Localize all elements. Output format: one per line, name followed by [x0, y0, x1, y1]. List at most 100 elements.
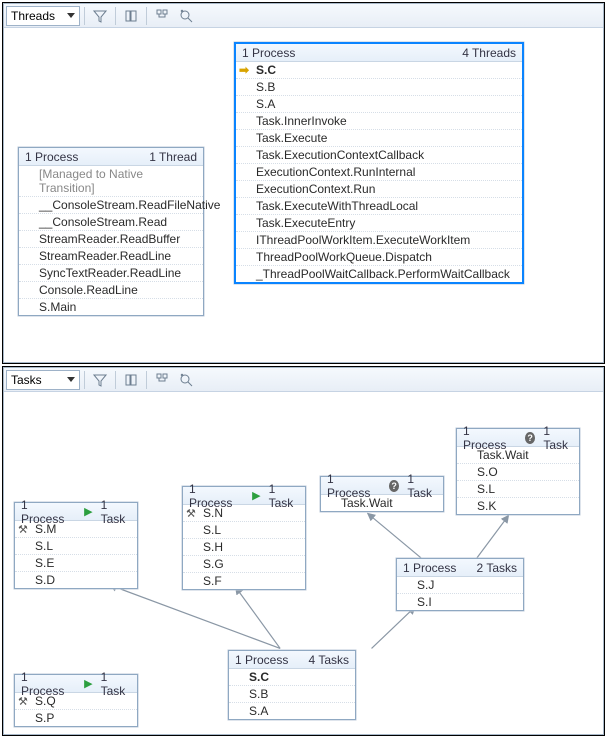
- stack-frame-row[interactable]: S.J: [397, 577, 523, 594]
- stack-frame-row[interactable]: S.G: [183, 556, 305, 573]
- frame-text: S.G: [203, 557, 224, 571]
- play-icon: ▶: [252, 489, 260, 502]
- tasks-toolbar: Tasks: [4, 368, 603, 392]
- process-count: 1 Process: [242, 46, 295, 60]
- dropdown-arrow-icon: [67, 13, 75, 18]
- stack-frame-row[interactable]: S.P: [15, 710, 137, 726]
- task-node[interactable]: 1 Process ▶ 1 Task ⚒S.QS.P: [14, 674, 138, 727]
- thread-node[interactable]: 1 Process 1 Thread [Managed to Native Tr…: [18, 147, 204, 316]
- frame-text: Task.ExecuteEntry: [256, 216, 355, 230]
- stack-frame-row[interactable]: Task.InnerInvoke: [236, 113, 522, 130]
- frame-text: __ConsoleStream.Read: [39, 215, 167, 229]
- task-node[interactable]: 1 Process 2 Tasks S.JS.I: [396, 558, 524, 611]
- thread-node[interactable]: 1 Process 4 Threads ➡S.CS.B S.ATask.Inner…: [234, 42, 524, 284]
- stack-frame-row[interactable]: ExecutionContext.Run: [236, 181, 522, 198]
- thread-count: 4 Threads: [462, 46, 516, 60]
- separator: [115, 371, 116, 389]
- stack-frame-row[interactable]: Task.ExecutionContextCallback: [236, 147, 522, 164]
- frame-text: Task.ExecutionContextCallback: [256, 148, 424, 162]
- view-selector[interactable]: Tasks: [6, 370, 80, 390]
- stack-frame-row[interactable]: Task.Wait: [321, 495, 443, 511]
- stack-frame-row[interactable]: [Managed to Native Transition]: [19, 166, 203, 197]
- stack-frame-row[interactable]: S.A: [236, 96, 522, 113]
- separator: [115, 7, 116, 25]
- stack-frame-row[interactable]: S.E: [15, 555, 137, 572]
- frame-text: Task.InnerInvoke: [256, 114, 347, 128]
- stack-frame-row[interactable]: SyncTextReader.ReadLine: [19, 265, 203, 282]
- stack-frame-row[interactable]: ThreadPoolWorkQueue.Dispatch: [236, 249, 522, 266]
- stack-frame-row[interactable]: _ThreadPoolWaitCallback.PerformWaitCallb…: [236, 266, 522, 282]
- frame-text: S.Main: [39, 300, 76, 314]
- thread-count: 1 Thread: [149, 150, 197, 164]
- frame-text: S.B: [256, 80, 275, 94]
- stack-frame-row[interactable]: S.K: [457, 498, 579, 514]
- node-header: 1 Process ? 1 Task: [321, 477, 443, 495]
- stack-frame-row[interactable]: S.F: [183, 573, 305, 589]
- stack-frame-row[interactable]: __ConsoleStream.ReadFileNative: [19, 197, 203, 214]
- stack-frame-row[interactable]: S.I: [397, 594, 523, 610]
- threads-toolbar: Threads: [4, 4, 603, 28]
- node-header: 1 Process 2 Tasks: [397, 559, 523, 577]
- stack-frame-row[interactable]: ExecutionContext.RunInternal: [236, 164, 522, 181]
- stack-frame-row[interactable]: S.A: [229, 703, 355, 719]
- stack-frame-row[interactable]: Task.Wait: [457, 447, 579, 464]
- task-node[interactable]: 1 Process ? 1 Task Task.WaitS.OS.LS.K: [456, 428, 580, 515]
- view-label: Tasks: [11, 373, 42, 387]
- frame-text: S.F: [203, 574, 222, 588]
- layout-icon[interactable]: [151, 6, 173, 26]
- stack-frame-row[interactable]: S.O: [457, 464, 579, 481]
- crossed-threads-icon: ⚒: [18, 523, 28, 536]
- separator: [84, 7, 85, 25]
- stack-frame-row[interactable]: S.C: [229, 669, 355, 686]
- help-icon: ?: [525, 432, 535, 444]
- stack-frame-row[interactable]: S.L: [457, 481, 579, 498]
- tasks-panel: Tasks 1 Process ▶ 1 Task: [3, 367, 604, 735]
- stack-frame-row[interactable]: S.B: [229, 686, 355, 703]
- stack-frame-row[interactable]: Task.ExecuteWithThreadLocal: [236, 198, 522, 215]
- zoom-icon[interactable]: [175, 370, 197, 390]
- frame-text: S.E: [35, 556, 54, 570]
- stack-frame-row[interactable]: S.D: [15, 572, 137, 588]
- stack-frame-row[interactable]: S.B: [236, 79, 522, 96]
- crossed-threads-icon: ⚒: [18, 695, 28, 708]
- stack-frame-row[interactable]: Task.Execute: [236, 130, 522, 147]
- node-header: 1 Process ▶ 1 Task: [15, 675, 137, 693]
- expand-icon[interactable]: [120, 6, 142, 26]
- frame-text: ExecutionContext.RunInternal: [256, 165, 415, 179]
- task-node[interactable]: 1 Process ▶ 1 Task ⚒S.NS.LS.HS.G S.F: [182, 486, 306, 590]
- stack-frame-row[interactable]: Console.ReadLine: [19, 282, 203, 299]
- stack-frame-row[interactable]: S.H: [183, 539, 305, 556]
- node-header: 1 Process 4 Threads: [236, 44, 522, 62]
- expand-icon[interactable]: [120, 370, 142, 390]
- stack-frame-row[interactable]: S.L: [183, 522, 305, 539]
- separator: [84, 371, 85, 389]
- stack-frame-row[interactable]: StreamReader.ReadBuffer: [19, 231, 203, 248]
- node-header: 1 Process 4 Tasks: [229, 651, 355, 669]
- frame-text: __ConsoleStream.ReadFileNative: [39, 198, 220, 212]
- task-node[interactable]: 1 Process ? 1 Task Task.Wait: [320, 476, 444, 512]
- threads-panel: Threads 1 Process 1 Thread [Managed to N…: [3, 3, 604, 363]
- stack-frame-row[interactable]: ➡S.C: [236, 62, 522, 79]
- filter-icon[interactable]: [89, 6, 111, 26]
- frame-text: Task.Wait: [341, 496, 393, 510]
- filter-icon[interactable]: [89, 370, 111, 390]
- frame-text: [Managed to Native Transition]: [39, 167, 143, 195]
- zoom-icon[interactable]: [175, 6, 197, 26]
- stack-frame-row[interactable]: ⚒S.N: [183, 505, 305, 522]
- view-label: Threads: [11, 9, 55, 23]
- stack-frame-row[interactable]: __ConsoleStream.Read: [19, 214, 203, 231]
- frame-text: S.B: [249, 687, 268, 701]
- view-selector[interactable]: Threads: [6, 6, 80, 26]
- stack-frame-row[interactable]: IThreadPoolWorkItem.ExecuteWorkItem: [236, 232, 522, 249]
- node-header: 1 Process ▶ 1 Task: [183, 487, 305, 505]
- frame-text: ThreadPoolWorkQueue.Dispatch: [256, 250, 432, 264]
- stack-frame-row[interactable]: S.Main: [19, 299, 203, 315]
- stack-frame-row[interactable]: Task.ExecuteEntry: [236, 215, 522, 232]
- layout-icon[interactable]: [151, 370, 173, 390]
- stack-frame-row[interactable]: StreamReader.ReadLine: [19, 248, 203, 265]
- task-node[interactable]: 1 Process ▶ 1 Task ⚒S.MS.LS.ES.D: [14, 502, 138, 589]
- stack-frame-row[interactable]: ⚒S.M: [15, 521, 137, 538]
- task-node[interactable]: 1 Process 4 Tasks S.CS.B S.A: [228, 650, 356, 720]
- stack-frame-row[interactable]: ⚒S.Q: [15, 693, 137, 710]
- stack-frame-row[interactable]: S.L: [15, 538, 137, 555]
